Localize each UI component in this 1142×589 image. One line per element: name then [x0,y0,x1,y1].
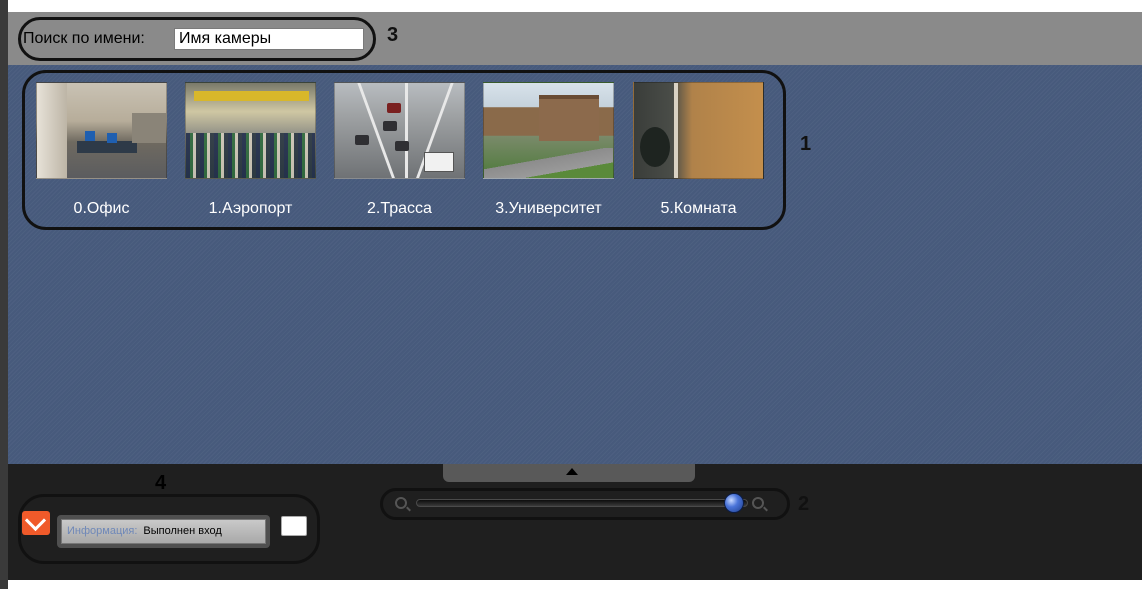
callout-number-3: 3 [387,24,399,46]
callout-cameras [22,70,786,230]
bottom-margin [8,580,1142,589]
callout-zoom [380,488,790,520]
callout-status [18,494,320,564]
callout-number-4: 4 [155,472,167,494]
window-frame [0,0,8,589]
callout-number-2: 2 [798,493,810,515]
chevron-up-icon [566,468,578,475]
callout-number-1: 1 [800,133,812,155]
callout-search [18,17,376,61]
